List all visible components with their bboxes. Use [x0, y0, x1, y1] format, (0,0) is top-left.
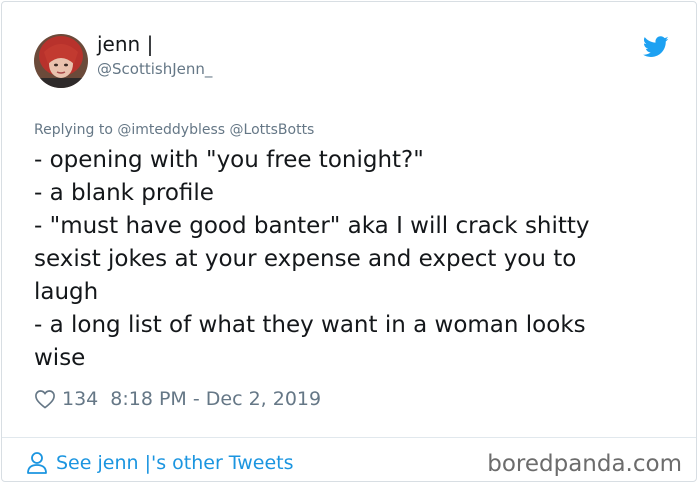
tweet-text-line: - a blank profile — [34, 180, 214, 206]
heart-icon[interactable] — [34, 389, 56, 409]
twitter-bird-icon[interactable] — [643, 36, 669, 58]
tweet-text-line: - "must have good banter" aka I will cra… — [34, 213, 590, 239]
mention-link[interactable]: @imteddybless — [117, 122, 225, 138]
tweet-text-line: - opening with "you free tonight?" — [34, 147, 424, 173]
tweet-text: - opening with "you free tonight?" - a b… — [34, 144, 674, 375]
see-other-tweets-link[interactable]: See jenn |'s other Tweets — [26, 449, 294, 477]
tweet-text-line: wise — [34, 345, 86, 371]
tweet-timestamp[interactable]: 8:18 PM - Dec 2, 2019 — [110, 388, 321, 410]
see-other-tweets-label[interactable]: See jenn |'s other Tweets — [56, 452, 294, 474]
like-count[interactable]: 134 — [62, 388, 98, 410]
tweet-text-line: - a long list of what they want in a wom… — [34, 312, 586, 338]
replying-prefix: Replying to — [34, 122, 113, 138]
watermark: boredpanda.com — [487, 451, 682, 477]
mention-link[interactable]: @LottsBotts — [230, 122, 315, 138]
person-icon — [27, 452, 47, 474]
author-name[interactable]: jenn | — [97, 32, 153, 56]
avatar[interactable] — [34, 34, 88, 88]
tweet-meta: 134 8:18 PM - Dec 2, 2019 — [34, 386, 321, 412]
replying-to: Replying to @imteddybless @LottsBotts — [34, 122, 314, 138]
divider — [2, 437, 696, 438]
tweet-text-line: laugh — [34, 279, 99, 305]
tweet-text-line: sexist jokes at your expense and expect … — [34, 246, 577, 272]
tweet-card: jenn | @ScottishJenn_ Replying to @imted… — [1, 1, 697, 482]
author-handle[interactable]: @ScottishJenn_ — [97, 60, 212, 78]
